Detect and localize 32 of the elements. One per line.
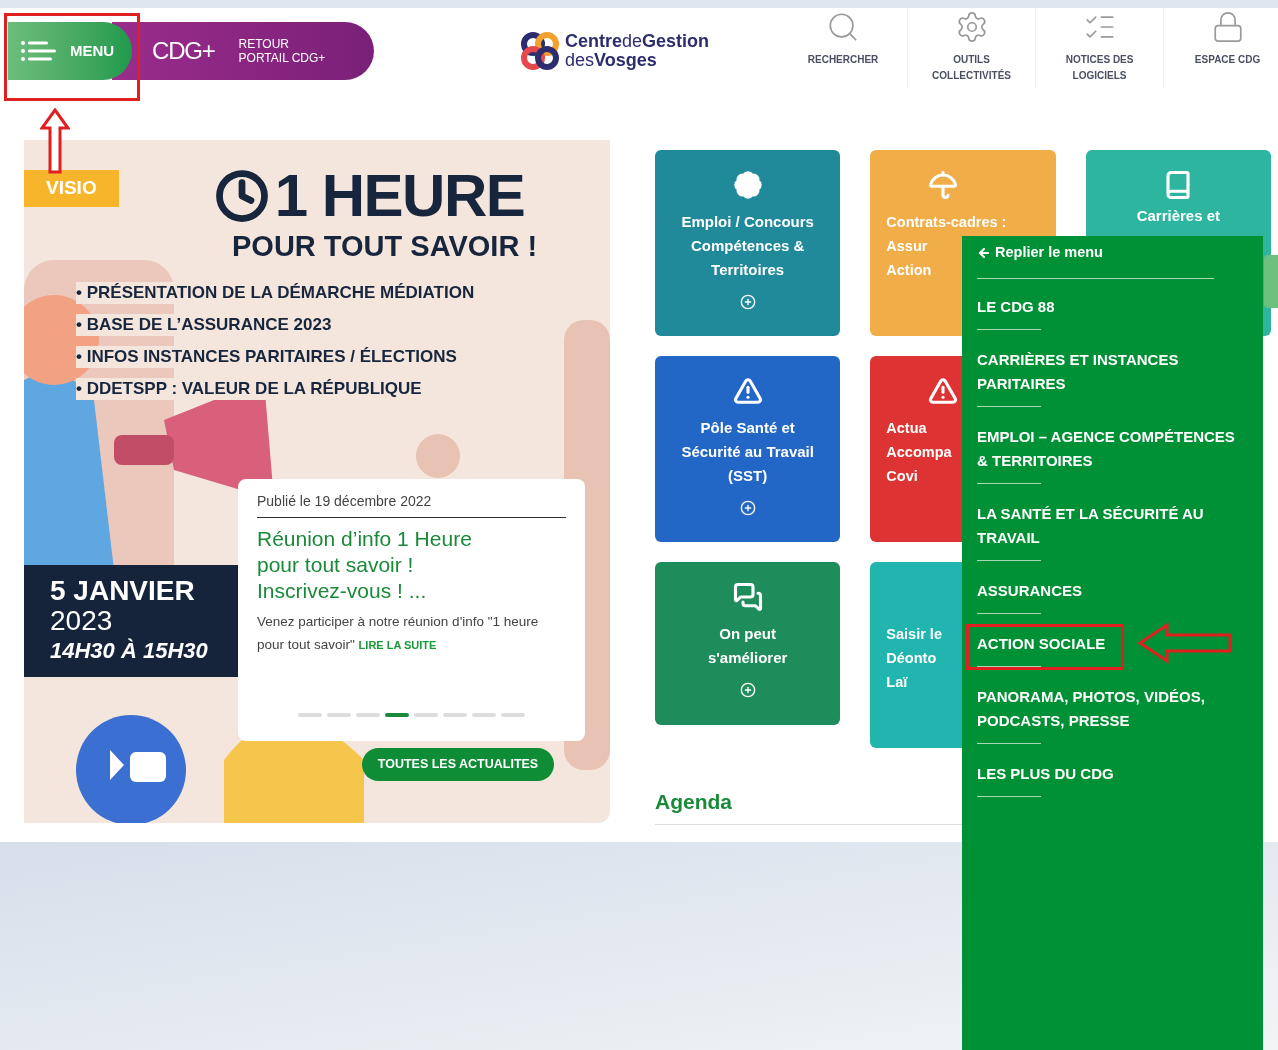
card-label: Contrats-cadres : <box>886 213 1007 232</box>
news-date: Publié le 19 décembre 2022 <box>257 491 566 518</box>
banner-title: 1 HEURE <box>274 164 525 228</box>
logo-text: CentredeGestion <box>565 32 710 51</box>
card-label: Accompa <box>886 443 952 462</box>
card-label: Emploi / Concours <box>681 212 814 232</box>
card-label: Saisir le <box>886 625 942 644</box>
card-label: Laï <box>886 673 908 692</box>
banner-bullet: • PRÉSENTATION DE LA DÉMARCHE MÉDIATION <box>76 282 475 304</box>
portal-label: RETOUR PORTAIL CDG+ <box>238 37 327 65</box>
card-label: Sécurité au Travail <box>681 442 814 462</box>
card-label: On peut <box>719 624 776 644</box>
event-time: 14H30 À 15H30 <box>50 637 209 665</box>
event-date: 5 JANVIER <box>50 576 196 606</box>
event-year: 2023 <box>50 606 114 636</box>
portal-logo: CDG+ <box>152 36 215 66</box>
card-label: (SST) <box>728 466 768 486</box>
card-label: Covi <box>886 467 918 486</box>
card-label: Compétences & <box>690 236 805 256</box>
news-excerpt: Venez participer à notre réunion d'info "1 heure pour tout savoir" LIRE LA SUITE <box>257 613 540 654</box>
news-title: Réunion d’info 1 Heure pour tout savoir ! Inscrivez-vous ! ... <box>257 526 473 604</box>
card-label: Pôle Santé et <box>700 418 795 438</box>
card-label: Territoires <box>711 260 785 280</box>
banner-subtitle: POUR TOUT SAVOIR ! <box>232 229 538 264</box>
card-label: Assur <box>886 237 928 256</box>
logo-text: desVosges <box>565 51 658 70</box>
card-label: Carrières et <box>1136 206 1220 226</box>
card-label: s'améliorer <box>707 648 788 668</box>
card-label: Actua <box>886 419 927 438</box>
card-label: Action <box>886 261 932 280</box>
visio-badge: VISIO <box>24 170 119 207</box>
card-label: Déonto <box>886 649 937 668</box>
